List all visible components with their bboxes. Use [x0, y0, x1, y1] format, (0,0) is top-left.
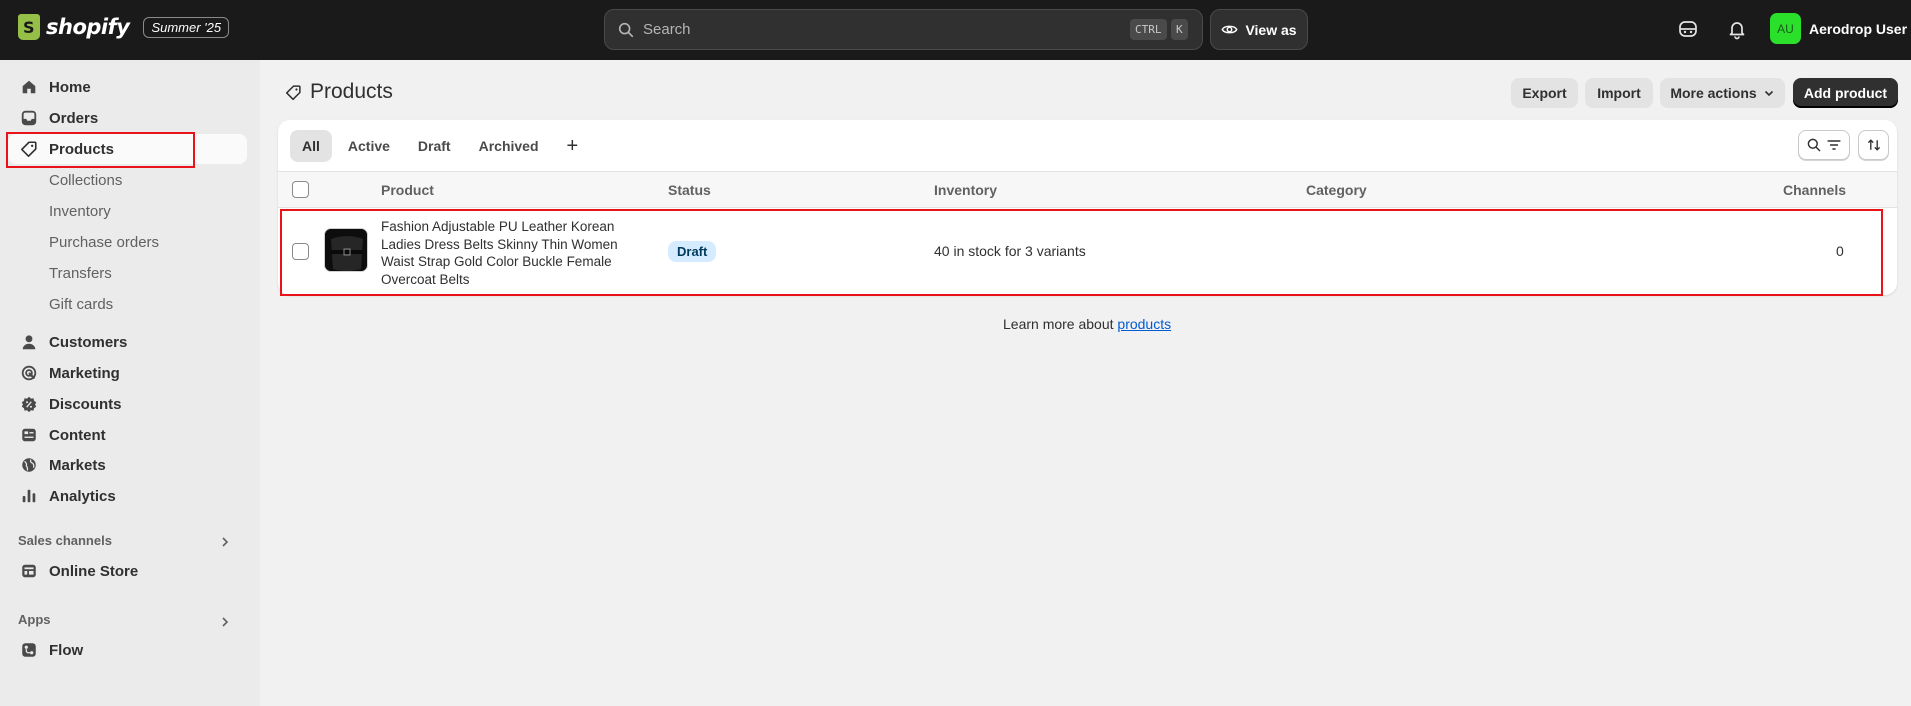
sidekick-icon[interactable]: [1677, 18, 1699, 40]
person-icon: [22, 335, 36, 350]
search-icon: [1807, 138, 1821, 152]
tab-draft[interactable]: Draft: [406, 130, 463, 162]
search-input[interactable]: [643, 21, 1123, 38]
view-as-label: View as: [1245, 21, 1297, 38]
learn-more-text: Learn more about products: [1003, 316, 1171, 332]
sidebar-item-customers[interactable]: Customers: [8, 327, 247, 357]
filter-tabs: All Active Draft Archived +: [290, 130, 590, 162]
sidebar-sub-inventory[interactable]: Inventory: [49, 203, 111, 220]
sidebar-item-online-store[interactable]: Online Store: [8, 556, 247, 586]
shopify-logo[interactable]: shopify Summer '25: [18, 14, 230, 40]
sidebar-sub-purchase-orders[interactable]: Purchase orders: [49, 234, 159, 251]
sidebar-item-home[interactable]: Home: [8, 72, 247, 102]
sidebar-item-markets[interactable]: Markets: [8, 450, 247, 480]
globe-icon: [22, 458, 36, 472]
sidebar-item-label: Marketing: [49, 364, 120, 382]
sidebar-item-label: Online Store: [49, 562, 139, 580]
user-menu[interactable]: AU Aerodrop User: [1770, 13, 1907, 44]
discount-icon: [21, 396, 37, 413]
select-all-checkbox[interactable]: [292, 181, 309, 198]
sidebar-item-label: Analytics: [49, 487, 116, 505]
shopify-bag-icon: [18, 14, 40, 40]
products-help-link[interactable]: products: [1117, 316, 1171, 332]
sidebar-sub-gift-cards[interactable]: Gift cards: [49, 296, 113, 313]
export-button[interactable]: Export: [1511, 78, 1578, 108]
content-icon: [22, 428, 36, 442]
bell-icon[interactable]: [1726, 18, 1748, 40]
search-icon: [618, 22, 634, 37]
inbox-icon: [21, 110, 37, 126]
tag-icon: [285, 84, 301, 100]
sidebar-item-content[interactable]: Content: [8, 420, 247, 450]
sidebar-item-label: Orders: [49, 109, 99, 127]
sidebar-item-flow[interactable]: Flow: [8, 635, 247, 665]
store-icon: [22, 564, 36, 578]
sidebar-sub-collections[interactable]: Collections: [49, 172, 122, 189]
table-header: Product Status Inventory Category Channe…: [278, 171, 1897, 208]
home-icon: [22, 80, 36, 94]
more-actions-button[interactable]: More actions: [1660, 78, 1785, 108]
eye-icon: [1221, 25, 1238, 34]
highlight-products-nav: [6, 132, 195, 168]
import-button[interactable]: Import: [1585, 78, 1653, 108]
chevron-right-icon[interactable]: [218, 535, 232, 549]
column-product[interactable]: Product: [381, 182, 434, 198]
add-view-button[interactable]: +: [555, 130, 591, 162]
sort-button[interactable]: [1858, 130, 1889, 160]
sort-icon: [1867, 139, 1880, 151]
add-product-button[interactable]: Add product: [1793, 78, 1898, 108]
sidebar-item-label: Discounts: [49, 395, 122, 413]
sidebar-item-orders[interactable]: Orders: [8, 103, 247, 133]
tab-active[interactable]: Active: [336, 130, 402, 162]
search-filter-button[interactable]: [1798, 130, 1850, 160]
apps-heading[interactable]: Apps: [18, 612, 51, 627]
tab-archived[interactable]: Archived: [467, 130, 551, 162]
view-as-button[interactable]: View as: [1210, 9, 1308, 50]
sidebar-item-label: Content: [49, 426, 106, 444]
target-icon: [21, 365, 37, 381]
filter-icon: [1827, 140, 1841, 150]
learn-more-prefix: Learn more about: [1003, 316, 1118, 332]
column-channels[interactable]: Channels: [1783, 182, 1846, 198]
sidebar-item-label: Home: [49, 78, 91, 96]
edition-badge[interactable]: Summer '25: [143, 16, 230, 38]
sidebar-item-label: Customers: [49, 333, 128, 351]
chevron-down-icon: [1764, 90, 1773, 97]
sidebar-item-analytics[interactable]: Analytics: [8, 481, 247, 511]
top-bar: shopify Summer '25 CTRL K View as AU Aer…: [0, 0, 1911, 60]
column-status[interactable]: Status: [668, 182, 711, 198]
avatar: AU: [1770, 13, 1801, 44]
logo-text: shopify: [46, 15, 130, 39]
shortcut-ctrl: CTRL: [1130, 19, 1167, 40]
sidebar-item-label: Flow: [49, 641, 84, 659]
shortcut-k: K: [1171, 19, 1188, 40]
search-bar[interactable]: CTRL K: [604, 9, 1203, 50]
page-title: Products: [285, 80, 393, 104]
highlight-product-row: [280, 209, 1883, 296]
sidebar-sub-transfers[interactable]: Transfers: [49, 265, 112, 282]
sidebar-item-discounts[interactable]: Discounts: [8, 389, 247, 419]
column-inventory[interactable]: Inventory: [934, 182, 997, 198]
page-title-text: Products: [310, 80, 393, 103]
user-name: Aerodrop User: [1809, 20, 1908, 37]
chevron-right-icon[interactable]: [218, 615, 232, 629]
column-category[interactable]: Category: [1306, 182, 1367, 198]
flow-icon: [22, 643, 36, 657]
sidebar-item-label: Markets: [49, 456, 106, 474]
bar-chart-icon: [22, 489, 36, 503]
sales-channels-heading[interactable]: Sales channels: [18, 533, 112, 548]
sidebar-item-marketing[interactable]: Marketing: [8, 358, 247, 388]
tab-all[interactable]: All: [290, 130, 332, 162]
more-actions-label: More actions: [1670, 85, 1757, 101]
